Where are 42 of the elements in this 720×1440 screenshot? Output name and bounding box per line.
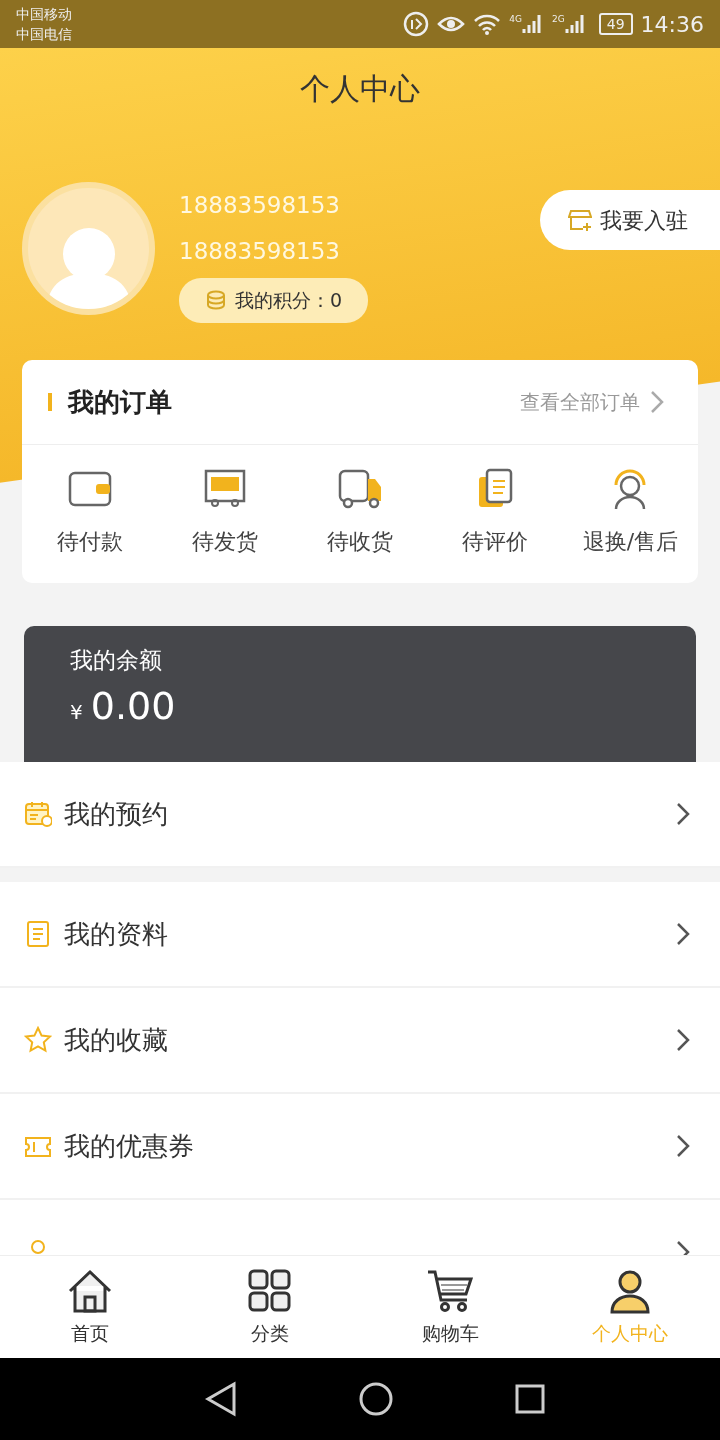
tab-item[interactable]: 购物车 [360,1256,540,1358]
recents-icon [514,1383,546,1415]
points-badge: 我的积分：0 [179,278,369,323]
order-status-button[interactable]: 待付款 [22,445,158,559]
battery-level: 49 [598,13,633,35]
currency-symbol: ¥ [70,698,83,726]
order-status-button[interactable]: 待评价 [427,445,563,559]
data-saver-icon [403,11,430,37]
carrier-name: 中国移动 [16,5,72,24]
back-icon [204,1381,238,1417]
phone-number: 18883598153 [179,191,341,220]
document-icon [24,920,52,948]
chevron-icon [650,390,664,414]
truck-icon [338,467,382,511]
chevron-icon [676,1134,690,1158]
order-status-button[interactable]: 退换/售后 [562,445,698,559]
chevron-icon [676,922,690,946]
chevron-icon [676,1028,690,1052]
account-name: 18883598153 [179,237,341,266]
balance-amount: 0.00 [90,682,176,730]
home-button-icon [358,1381,394,1417]
chevron-icon [676,802,690,826]
star-icon [24,1026,52,1054]
join-button[interactable]: 我要入驻 [540,190,720,250]
carrier-name: 中国电信 [16,25,72,44]
tab-item[interactable]: 首页 [0,1256,180,1358]
order-status-button[interactable]: 待发货 [157,445,293,559]
order-status-button[interactable]: 待收货 [292,445,428,559]
tab-item[interactable]: 分类 [180,1256,360,1358]
network-label: 2G [552,13,565,26]
page-title: 个人中心 [299,70,421,108]
section-title: 我的订单 [68,385,172,419]
eye-icon [437,14,466,34]
store-icon [568,209,592,231]
signal-icon [564,13,587,35]
clock-time: 14:36 [640,10,704,39]
calendar-icon [24,800,52,828]
coins-icon [205,289,227,312]
accent-bar [48,393,52,411]
balance-title: 我的余额 [70,646,163,675]
wifi-icon [473,13,502,35]
network-label: 4G [509,13,523,26]
